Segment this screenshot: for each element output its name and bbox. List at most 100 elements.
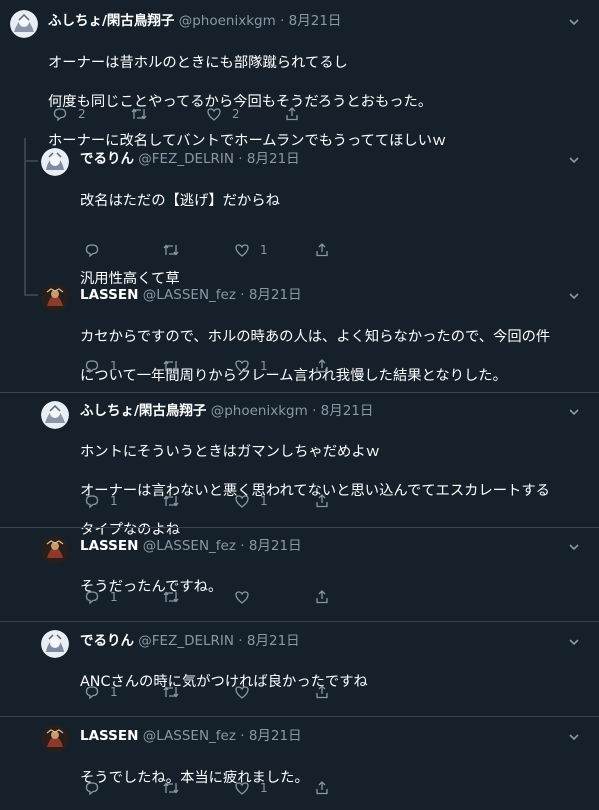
retweet-button[interactable] [162,587,190,607]
reply-button[interactable]: 1 [84,682,118,702]
like-button[interactable]: 1 [234,240,268,260]
handle[interactable]: @FEZ_DELRIN [138,151,234,167]
chevron-down-icon[interactable] [567,729,581,743]
retweet-button[interactable] [162,356,190,376]
avatar-lassen-fez[interactable] [41,725,69,753]
retweet-button[interactable] [162,491,190,511]
tweet-date[interactable]: 8月21日 [249,728,302,744]
handle[interactable]: @LASSEN_fez [143,538,236,554]
display-name[interactable]: でるりん [80,633,134,649]
chevron-down-icon[interactable] [567,539,581,553]
tweet-1[interactable]: でるりん @FEZ_DELRIN · 8月21日 改名はただの【逃げ】だからね … [0,138,599,287]
chevron-down-icon[interactable] [567,152,581,166]
reply-button[interactable] [84,240,110,260]
tweet-header: でるりん @FEZ_DELRIN · 8月21日 [80,632,300,650]
like-icon [235,244,249,257]
avatar-phoenixkgm[interactable] [10,10,38,38]
retweet-button[interactable] [162,240,190,260]
display-name[interactable]: LASSEN [80,728,138,744]
handle[interactable]: @phoenixkgm [211,403,308,419]
like-button[interactable]: 1 [234,491,268,511]
display-name[interactable]: LASSEN [80,287,138,303]
share-button[interactable] [314,682,330,702]
retweet-icon [131,108,147,120]
tweet-4[interactable]: LASSEN @LASSEN_fez · 8月21日 そうだったんですね。 1 [0,528,599,622]
avatar-phoenixkgm[interactable] [41,401,69,429]
display-name[interactable]: ふしちょ/閑古鳥翔子 [48,13,174,29]
like-icon [207,108,221,121]
reply-button[interactable]: 1 [84,491,118,511]
tweet-6[interactable]: LASSEN @LASSEN_fez · 8月21日 そうでしたね。本当に疲れま… [0,717,599,810]
avatar-lassen-fez[interactable] [41,536,69,564]
reply-count: 1 [110,685,118,699]
tweet-2[interactable]: LASSEN @LASSEN_fez · 8月21日 カセからですので、ホルの時… [0,274,599,386]
reply-button[interactable]: 1 [84,356,118,376]
tweet-date[interactable]: 8月21日 [247,633,300,649]
avatar-lassen-fez[interactable] [41,284,69,312]
tweet-line: 改名はただの【逃げ】だからね [80,192,280,209]
retweet-icon [163,244,179,256]
action-bar: 2 2 [48,104,348,124]
tweet-5[interactable]: でるりん @FEZ_DELRIN · 8月21日 ANCさんの時に気がつければ良… [0,622,599,718]
like-button[interactable]: 1 [234,778,268,798]
share-icon [316,243,328,257]
display-name[interactable]: でるりん [80,151,134,167]
share-button[interactable] [314,587,330,607]
tweet-date[interactable]: 8月21日 [321,403,374,419]
retweet-button[interactable] [130,104,158,124]
reply-button[interactable]: 2 [52,104,86,124]
chevron-down-icon[interactable] [567,288,581,302]
share-button[interactable] [284,104,300,124]
action-bar: 1 [80,240,380,260]
like-button[interactable] [234,587,260,607]
reply-icon [85,495,99,509]
display-name[interactable]: ふしちょ/閑古鳥翔子 [80,403,206,419]
chevron-down-icon[interactable] [567,634,581,648]
tweet-date[interactable]: 8月21日 [249,287,302,303]
like-button[interactable] [234,682,260,702]
reply-button[interactable]: 1 [84,587,118,607]
share-button[interactable] [314,356,330,376]
separator-dot: · [240,287,245,303]
retweet-icon [163,686,179,698]
handle[interactable]: @LASSEN_fez [143,728,236,744]
retweet-button[interactable] [162,778,190,798]
like-button[interactable]: 2 [206,104,240,124]
tweet-header: LASSEN @LASSEN_fez · 8月21日 [80,286,302,304]
retweet-icon [163,495,179,507]
reply-button[interactable] [84,778,110,798]
share-icon [316,781,328,795]
tweet-3[interactable]: ふしちょ/閑古鳥翔子 @phoenixkgm · 8月21日 ホントにそういうと… [0,393,599,538]
handle[interactable]: @LASSEN_fez [143,287,236,303]
like-icon [235,782,249,795]
avatar-fez-delrin[interactable] [41,148,69,176]
like-count: 2 [232,107,240,121]
share-button[interactable] [314,240,330,260]
separator-dot: · [238,151,243,167]
reply-count: 2 [78,107,86,121]
share-button[interactable] [314,491,330,511]
share-button[interactable] [314,778,330,798]
tweet-date[interactable]: 8月21日 [247,151,300,167]
like-button[interactable]: 1 [234,356,268,376]
handle[interactable]: @FEZ_DELRIN [138,633,234,649]
tweet-date[interactable]: 8月21日 [249,538,302,554]
reply-icon [85,782,99,796]
action-bar: 1 [80,682,380,702]
avatar-fez-delrin[interactable] [41,630,69,658]
separator-dot: · [312,403,317,419]
like-icon [235,686,249,699]
chevron-down-icon[interactable] [567,14,581,28]
action-bar: 1 [80,587,380,607]
chevron-down-icon[interactable] [567,404,581,418]
handle[interactable]: @phoenixkgm [179,13,276,29]
retweet-button[interactable] [162,682,190,702]
like-count: 1 [260,494,268,508]
display-name[interactable]: LASSEN [80,538,138,554]
reply-icon [85,360,99,374]
tweet-date[interactable]: 8月21日 [289,13,342,29]
like-count: 1 [260,359,268,373]
like-count: 1 [260,781,268,795]
tweet-0[interactable]: ふしちょ/閑古鳥翔子 @phoenixkgm · 8月21日 オーナーは昔ホルの… [0,0,599,149]
separator-dot: · [280,13,285,29]
